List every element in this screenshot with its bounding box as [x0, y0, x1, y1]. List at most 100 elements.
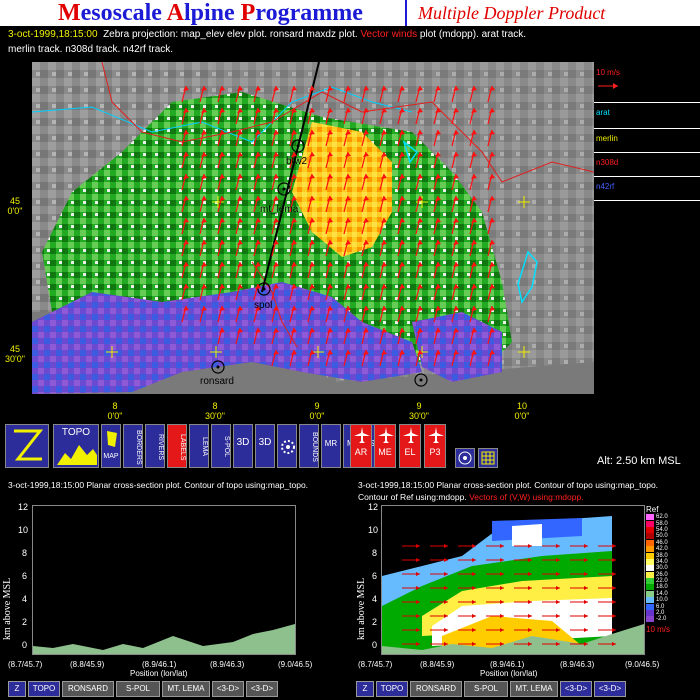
left-spol-button[interactable]: S-POL — [116, 681, 160, 697]
right-zebra-button[interactable]: Z — [356, 681, 374, 697]
ref-legend-rows: 62.0 58.0 54.0 50.0 46.0 42.0 38.0 34.0 30.0 26.0… — [646, 514, 678, 623]
left-ronsard-button[interactable]: RONSARD — [62, 681, 114, 697]
left-ytick-4: 4 — [22, 594, 28, 604]
legend-row: -2.0 — [646, 616, 678, 623]
section-vector-head — [416, 544, 420, 548]
lon-label-8-30: 8 30'0" — [205, 401, 225, 421]
merlin-aircraft-button[interactable]: ME — [374, 424, 396, 468]
legend-value: 22.0 — [656, 578, 668, 585]
3d-button-2[interactable]: 3D — [255, 424, 275, 468]
site-label-ronsard: ronsard — [200, 376, 234, 387]
legend-swatch — [646, 539, 654, 546]
right-ytick-4: 4 — [372, 594, 378, 604]
header-date: 3-oct-1999,18:15:00 — [8, 29, 98, 40]
map-button[interactable]: MAP — [101, 424, 121, 468]
site-label-btw2: btw2 — [286, 156, 308, 167]
p3-aircraft-button[interactable]: P3 — [424, 424, 446, 468]
left-ytick-12: 12 — [18, 502, 29, 512]
header-vector-winds: Vector winds — [360, 29, 418, 40]
right-mtlema-button[interactable]: MT. LEMA — [510, 681, 558, 697]
left-topo-button[interactable]: TOPO — [28, 681, 60, 697]
legend-value: 6.0 — [656, 603, 665, 610]
right-xtick-5: (9.0/46.5) — [625, 660, 660, 669]
legend-swatch — [646, 533, 654, 540]
layer-toolbar: TOPO MAP BORDERS RIVERS LABELS LEMA S-PO… — [3, 424, 500, 470]
left-xtick-5: (9.0/46.5) — [278, 660, 313, 669]
left-plot-canvas — [33, 624, 295, 654]
legend-value: 10.0 — [656, 597, 668, 604]
site-label-spol: spol — [254, 300, 273, 311]
spol-button[interactable]: S-POL — [211, 424, 231, 468]
section-vector-head — [444, 544, 448, 548]
rivers-button[interactable]: RIVERS — [145, 424, 165, 468]
right-3d-button-1[interactable]: <3-D> — [560, 681, 592, 697]
mr-button[interactable]: MR — [321, 424, 341, 468]
left-mtlema-button[interactable]: MT. LEMA — [162, 681, 210, 697]
borders-button[interactable]: BORDERS — [123, 424, 143, 468]
section-vector-head — [612, 614, 616, 618]
left-ytick-2: 2 — [22, 617, 28, 627]
vector-scale-label: 10 m/s — [596, 68, 621, 77]
legend-swatch — [646, 558, 654, 565]
left-xtick-4: (8.9/46.3) — [210, 660, 245, 669]
labels-button[interactable]: LABELS — [167, 424, 187, 468]
track-arat[interactable]: arat — [596, 108, 610, 117]
left-3d-button-1[interactable]: <3-D> — [212, 681, 244, 697]
plot-header-line2: merlin track. n308d track. n42rf track. — [8, 44, 174, 55]
legend-value: 50.0 — [656, 533, 668, 540]
right-topo-button[interactable]: TOPO — [376, 681, 408, 697]
lon-label-9-0: 9 0'0" — [309, 401, 325, 421]
track-merlin[interactable]: merlin — [596, 134, 618, 143]
left-xlabel: Position (lon/lat) — [130, 669, 188, 678]
altitude-label: Alt: 2.50 km MSL — [597, 455, 681, 467]
legend-value: 26.0 — [656, 571, 668, 578]
aircraft-icon — [378, 427, 394, 443]
section-vector-head — [612, 586, 616, 590]
left-cross-section-plot[interactable] — [32, 505, 296, 655]
right-panel-buttonbar: Z TOPO RONSARD S-POL MT. LEMA <3-D> <3-D… — [356, 681, 700, 697]
track-legend: 10 m/s arat merlin n308d n42rf — [594, 62, 700, 394]
left-3d-button-2[interactable]: <3-D> — [246, 681, 278, 697]
left-ytick-6: 6 — [22, 571, 28, 581]
legend-value: 2.0 — [656, 610, 665, 617]
target-icon — [458, 451, 472, 465]
left-zebra-button[interactable]: Z — [8, 681, 26, 697]
grid-button[interactable] — [478, 448, 498, 468]
center-target-button[interactable] — [455, 448, 475, 468]
legend-swatch — [646, 610, 654, 617]
bounds-button[interactable]: BOUNDS — [299, 424, 319, 468]
lema-button[interactable]: LEMA — [189, 424, 209, 468]
legend-value: -2.0 — [656, 616, 667, 623]
zebra-z-icon — [14, 429, 44, 461]
program-title: Mesoscale Alpine Programme — [58, 0, 363, 26]
settings-gear-button[interactable] — [277, 424, 297, 468]
zebra-logo-button[interactable] — [5, 424, 49, 468]
ref-legend-title: Ref — [646, 505, 659, 514]
right-vector-scale: 10 m/s — [646, 624, 671, 634]
3d-button-1[interactable]: 3D — [233, 424, 253, 468]
arat-aircraft-button[interactable]: AR — [350, 424, 372, 468]
electra-aircraft-button[interactable]: EL — [399, 424, 421, 468]
legend-swatch — [646, 603, 654, 610]
header-description-tail: plot (mdopp). arat track. — [419, 29, 527, 40]
right-3d-button-2[interactable]: <3-D> — [594, 681, 626, 697]
right-cross-section-plot[interactable] — [381, 505, 645, 655]
track-n42rf[interactable]: n42rf — [596, 182, 614, 191]
site-label-mt-lema: mt_lema — [260, 204, 299, 215]
legend-value: 14.0 — [656, 590, 668, 597]
radar-map[interactable]: btw2 mt_lema spol ronsard — [32, 62, 594, 394]
lon-label-10-0: 10 0'0" — [514, 401, 530, 421]
left-xtick-3: (8.9/46.1) — [142, 660, 177, 669]
ref-color-legend: Ref 62.0 58.0 54.0 50.0 46.0 42.0 38.0 34.0 30.0… — [646, 505, 678, 634]
right-spol-button[interactable]: S-POL — [464, 681, 508, 697]
map-icon — [107, 431, 117, 447]
track-n308d[interactable]: n308d — [596, 158, 618, 167]
right-panel-header-2: Contour of Ref using:mdopp. Vectors of (… — [358, 492, 584, 502]
aircraft-icon — [403, 427, 419, 443]
right-ronsard-button[interactable]: RONSARD — [410, 681, 462, 697]
section-vector-head — [612, 558, 616, 562]
right-plot-canvas — [382, 516, 644, 654]
header-description: Zebra projection: map_elev elev plot. ro… — [103, 29, 358, 40]
legend-swatch — [646, 571, 654, 578]
topo-button[interactable]: TOPO — [53, 424, 99, 468]
